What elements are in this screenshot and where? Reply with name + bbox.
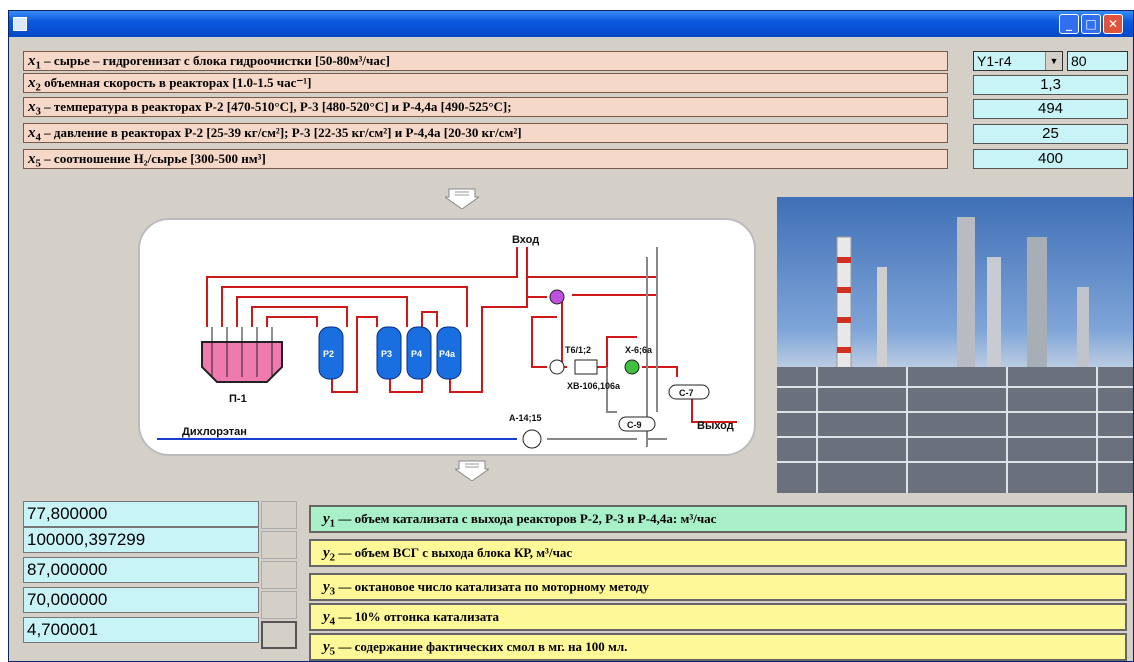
dichloroethane-label: Дихлорэтан — [182, 426, 247, 438]
input-row-x3: x3 – температура в реакторах Р-2 [470-51… — [23, 97, 948, 117]
y2-value-field[interactable]: 100000,397299 — [23, 527, 259, 553]
y1-button[interactable] — [261, 501, 297, 529]
arrow-down-icon — [455, 460, 489, 481]
output-desc: — объем ВСГ с выхода блока КР, м³/час — [335, 545, 573, 560]
refinery-photo — [777, 197, 1133, 493]
var-symbol: x — [28, 125, 36, 141]
input-desc: – температура в реакторах Р-2 [470-510°C… — [40, 99, 512, 114]
cooler — [624, 359, 640, 375]
app-window: _ □ ✕ x1 – сырье – гидрогенизат с блока … — [8, 10, 1134, 662]
output-row-y2: y2 — объем ВСГ с выхода блока КР, м³/час — [309, 539, 1127, 567]
x4-value-field[interactable]: 25 — [973, 124, 1128, 144]
maximize-button[interactable]: □ — [1081, 14, 1101, 34]
y1-value-field[interactable]: 77,800000 — [23, 501, 259, 527]
chevron-down-icon[interactable]: ▼ — [1045, 52, 1062, 70]
refinery-illustration — [777, 217, 1133, 493]
output-row-y1: y1 — объем катализата с выхода реакторов… — [309, 505, 1127, 533]
pump — [522, 429, 542, 449]
y5-value-field[interactable]: 4,700001 — [23, 617, 259, 643]
input-desc: – соотношение Н₂/сырье [300-500 нм³] — [40, 151, 266, 166]
reactor-label: Р4 — [411, 349, 422, 359]
x3-value-field[interactable]: 494 — [973, 99, 1128, 119]
cooler-label: Х-6;6а — [625, 345, 653, 355]
furnace-label: П-1 — [229, 393, 247, 405]
heat-exchanger-node — [549, 359, 565, 375]
y3-button[interactable] — [261, 561, 297, 589]
reactor-label: Р4а — [439, 349, 456, 359]
x5-value-field[interactable]: 400 — [973, 149, 1128, 169]
heat-exchanger-label: Т6/1;2 — [565, 345, 591, 355]
regime-select-value: Y1-г4 — [977, 53, 1012, 69]
separator — [549, 289, 565, 305]
air-cooler — [574, 359, 598, 375]
output-label: Выход — [697, 420, 734, 432]
input-row-x2: x2 объемная скорость в реакторах [1.0-1.… — [23, 73, 948, 93]
input-desc: – сырье – гидрогенизат с блока гидроочис… — [40, 53, 390, 68]
app-icon — [13, 17, 27, 31]
y4-button[interactable] — [261, 591, 297, 619]
minimize-button[interactable]: _ — [1059, 14, 1079, 34]
maximize-icon: □ — [1085, 17, 1097, 31]
input-desc: – давление в реакторах Р-2 [25-39 кг/см²… — [40, 125, 522, 140]
column-c7-label: С-7 — [679, 388, 694, 398]
var-symbol: x — [28, 75, 36, 91]
var-symbol: y — [323, 511, 330, 527]
reactor-label: Р3 — [381, 349, 392, 359]
arrow-down-icon — [445, 188, 479, 209]
input-row-x4: x4 – давление в реакторах Р-2 [25-39 кг/… — [23, 123, 948, 143]
process-scheme: П-1 Р2 Р3 Р4 Р4а Вход Выход Дихлорэтан Т… — [138, 218, 756, 456]
reactor-label: Р2 — [323, 349, 334, 359]
var-symbol: y — [323, 639, 330, 655]
output-desc: — октановое число катализата по моторном… — [335, 579, 650, 594]
var-symbol: y — [323, 579, 330, 595]
var-symbol: y — [323, 609, 330, 625]
var-symbol: x — [28, 53, 36, 69]
output-row-y5: y5 — содержание фактических смол в мг. н… — [309, 633, 1127, 661]
input-desc: объемная скорость в реакторах [1.0-1.5 ч… — [40, 75, 312, 90]
output-row-y3: y3 — октановое число катализата по мотор… — [309, 573, 1127, 601]
output-desc: — объем катализата с выхода реакторов Р-… — [335, 511, 717, 526]
air-cooler-label: ХВ-106,106а — [567, 381, 621, 391]
var-symbol: x — [28, 99, 36, 115]
close-button[interactable]: ✕ — [1103, 14, 1123, 34]
input-row-x1: x1 – сырье – гидрогенизат с блока гидроо… — [23, 51, 948, 71]
title-bar[interactable]: _ □ ✕ — [9, 11, 1133, 37]
input-row-x5: x5 – соотношение Н₂/сырье [300-500 нм³] — [23, 149, 948, 169]
column-c9-label: С-9 — [627, 420, 642, 430]
y5-button[interactable] — [261, 621, 297, 649]
y3-value-field[interactable]: 87,000000 — [23, 557, 259, 583]
input-label: Вход — [512, 234, 539, 246]
regime-select[interactable]: Y1-г4 ▼ — [973, 51, 1063, 71]
var-symbol: x — [28, 151, 36, 167]
output-row-y4: y4 — 10% отгонка катализата — [309, 603, 1127, 631]
y4-value-field[interactable]: 70,000000 — [23, 587, 259, 613]
close-icon: ✕ — [1107, 17, 1119, 31]
output-desc: — 10% отгонка катализата — [335, 609, 500, 624]
minimize-icon: _ — [1066, 17, 1072, 31]
y2-button[interactable] — [261, 531, 297, 559]
var-symbol: y — [323, 545, 330, 561]
x2-value-field[interactable]: 1,3 — [973, 75, 1128, 95]
pump-label: А-14;15 — [509, 413, 542, 423]
output-desc: — содержание фактических смол в мг. на 1… — [335, 639, 628, 654]
x1-value-field[interactable]: 80 — [1067, 51, 1128, 71]
form-content: x1 – сырье – гидрогенизат с блока гидроо… — [9, 37, 1133, 661]
